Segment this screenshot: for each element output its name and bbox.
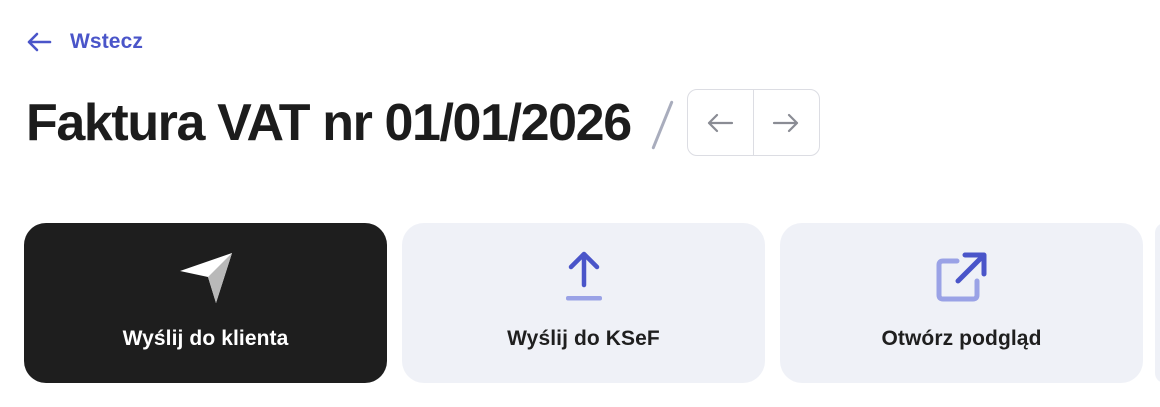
send-to-ksef-button[interactable]: Wyślij do KSeF <box>402 223 765 383</box>
arrow-right-icon <box>773 113 799 132</box>
previous-invoice-button[interactable] <box>688 90 753 155</box>
next-invoice-button[interactable] <box>752 90 819 155</box>
title-separator <box>649 93 675 153</box>
open-preview-label: Otwórz podgląd <box>881 327 1042 350</box>
send-to-client-label: Wyślij do klienta <box>122 327 289 350</box>
upload-icon <box>565 251 602 301</box>
back-link[interactable]: Wstecz <box>26 30 143 54</box>
send-icon <box>179 253 232 303</box>
open-preview-button[interactable]: Otwórz podgląd <box>780 223 1143 383</box>
arrow-left-icon <box>708 113 734 132</box>
more-actions-card-edge[interactable] <box>1155 223 1160 383</box>
back-link-label: Wstecz <box>70 30 143 53</box>
invoice-pager <box>686 89 820 156</box>
title-row: Faktura VAT nr 01/01/2026 <box>26 89 820 156</box>
arrow-left-icon <box>27 32 52 52</box>
send-to-ksef-label: Wyślij do KSeF <box>507 327 660 350</box>
send-to-client-button[interactable]: Wyślij do klienta <box>24 223 387 383</box>
action-cards: Wyślij do klienta Wyślij do KSeF Otwórz … <box>24 223 1143 383</box>
page-title: Faktura VAT nr 01/01/2026 <box>26 93 632 152</box>
open-external-icon <box>936 252 986 302</box>
invoice-page: Wstecz Faktura VAT nr 01/01/2026 Wyślij … <box>0 0 1160 407</box>
